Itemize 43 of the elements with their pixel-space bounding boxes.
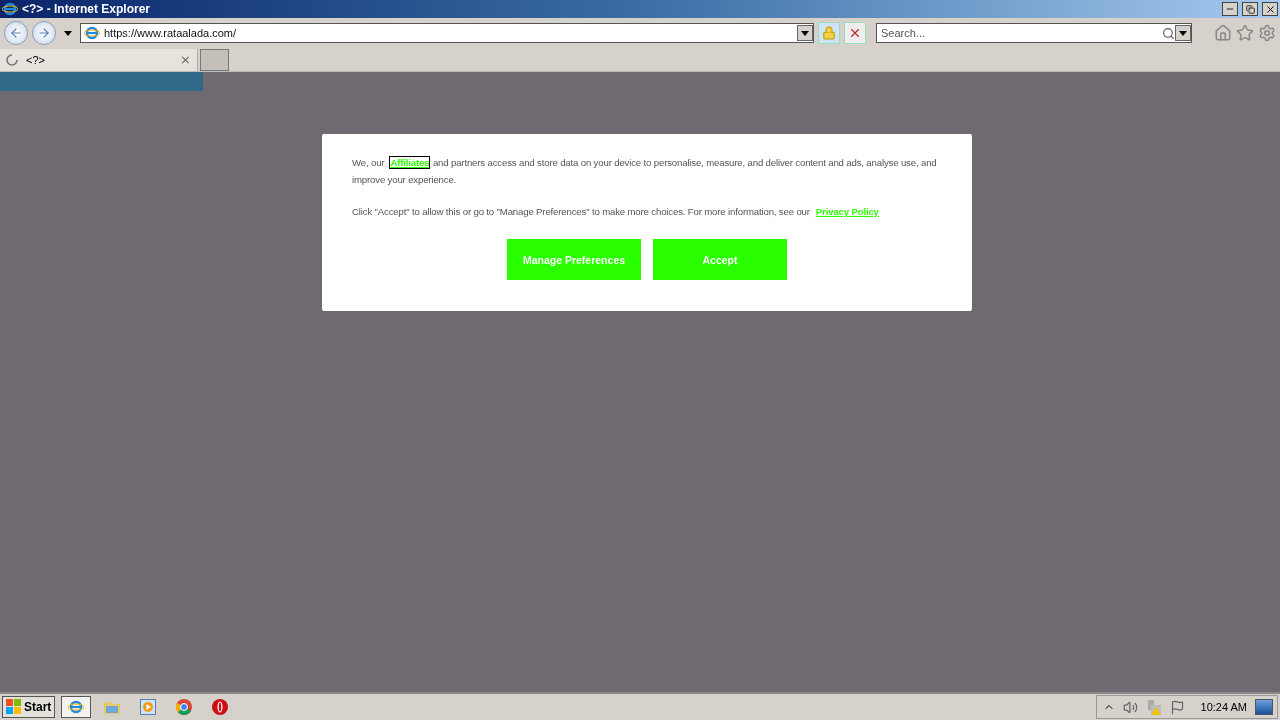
back-button[interactable] [4, 21, 28, 45]
home-icon[interactable] [1214, 24, 1232, 42]
chrome-icon [176, 699, 193, 715]
consent-text: We, our Affiliates and partners access and store data on your device to personalise, measure, and deliver content and ads, analyse use, and improve your experience. [352, 156, 938, 187]
address-field[interactable]: https://www.rataalada.com/ [80, 23, 814, 43]
windows-logo-icon [6, 699, 22, 715]
x-icon [848, 26, 862, 40]
padlock-icon [822, 26, 836, 40]
speaker-icon[interactable] [1122, 699, 1138, 715]
window-title: <?> - Internet Explorer [22, 2, 152, 16]
address-dropdown-button[interactable] [797, 25, 813, 41]
restore-icon [1245, 4, 1255, 14]
taskbar-app-button[interactable] [61, 696, 92, 718]
o-ring-icon [212, 699, 229, 715]
close-button[interactable] [1262, 2, 1278, 16]
search-box[interactable]: Search... [876, 23, 1192, 43]
tab-title: <?> [26, 53, 46, 66]
arrow-right-icon [37, 26, 51, 40]
stop-button[interactable] [844, 22, 866, 44]
browser-icon [84, 25, 100, 41]
browser-tab[interactable]: <?> × [0, 48, 198, 71]
search-dropdown-button[interactable] [1175, 25, 1191, 41]
settings-icon[interactable] [1258, 24, 1276, 42]
arrow-left-icon [9, 26, 23, 40]
new-tab-button[interactable] [200, 48, 229, 71]
folder-icon [104, 700, 121, 714]
favorites-star-icon[interactable] [1236, 24, 1254, 42]
tab-close-button[interactable]: × [180, 52, 191, 67]
search-icon[interactable] [1162, 26, 1175, 40]
show-desktop-button[interactable] [1255, 699, 1273, 715]
close-icon [1264, 3, 1276, 15]
caret-icon [801, 30, 809, 36]
browser-icon [68, 699, 85, 715]
caret-icon [1179, 30, 1187, 36]
restore-button[interactable] [1242, 2, 1258, 16]
start-button[interactable]: Start [2, 696, 56, 718]
clock[interactable]: 10:24 AM [1200, 701, 1247, 713]
consent-text: Click "Accept" to allow this or go to "Manage Preferences" to make more choices. For more information, see our Privacy Policy [352, 205, 880, 219]
flag-icon[interactable] [1169, 699, 1185, 715]
browser-icon [2, 1, 18, 17]
minimize-button[interactable] [1222, 2, 1238, 16]
caret-icon [64, 30, 72, 36]
play-icon [140, 699, 157, 715]
